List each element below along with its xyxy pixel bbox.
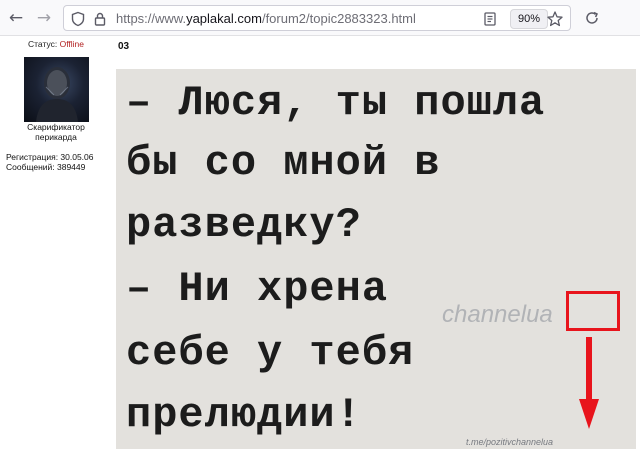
- user-name-line1: Скарификатор: [27, 122, 85, 132]
- reader-view-icon[interactable]: [482, 11, 498, 27]
- post-text-line: – Ни хрена: [126, 265, 389, 313]
- shield-icon[interactable]: [70, 11, 86, 27]
- avatar[interactable]: [24, 57, 89, 122]
- post-text-line: разведку?: [126, 201, 362, 249]
- forward-arrow-icon[interactable]: →: [32, 6, 56, 30]
- message-count: Сообщений: 389449: [6, 162, 86, 172]
- post-text-line: – Люся, ты пошла: [126, 79, 546, 127]
- user-status: Статус: Offline: [0, 39, 112, 49]
- browser-toolbar: ← → https://www.yaplakal.com/forum2/topi…: [0, 0, 640, 36]
- url-text[interactable]: https://www.yaplakal.com/forum2/topic288…: [116, 11, 416, 26]
- post-text-line: прелюдии!: [126, 391, 362, 439]
- status-value: Offline: [59, 39, 85, 49]
- address-bar[interactable]: https://www.yaplakal.com/forum2/topic288…: [63, 5, 571, 31]
- user-name[interactable]: Скарификатор перикарда: [0, 122, 112, 142]
- post-title: 03: [118, 41, 130, 52]
- post-text-line: себе у тебя: [126, 329, 415, 377]
- red-arrow-icon: [579, 337, 599, 429]
- zoom-level-badge[interactable]: 90%: [510, 9, 549, 29]
- user-name-line2: перикарда: [35, 132, 77, 142]
- reload-icon[interactable]: [580, 6, 604, 30]
- registration-date: Регистрация: 30.05.06: [6, 152, 94, 162]
- post-text-line: бы со мной в: [126, 139, 441, 187]
- watermark-url: t.me/pozitivchannelua: [466, 437, 554, 447]
- lock-icon[interactable]: [92, 11, 108, 27]
- url-prefix: https://www.: [116, 11, 187, 26]
- url-path: /forum2/topic2883323.html: [261, 11, 416, 26]
- post-image: – Люся, ты пошла бы со мной в разведку? …: [116, 69, 636, 449]
- url-domain: yaplakal.com: [186, 11, 262, 26]
- watermark-text: channelua: [442, 301, 553, 328]
- bookmark-star-icon[interactable]: [546, 10, 564, 28]
- status-label: Статус:: [27, 39, 58, 49]
- back-arrow-icon[interactable]: ←: [4, 6, 28, 30]
- highlight-box: [566, 291, 620, 331]
